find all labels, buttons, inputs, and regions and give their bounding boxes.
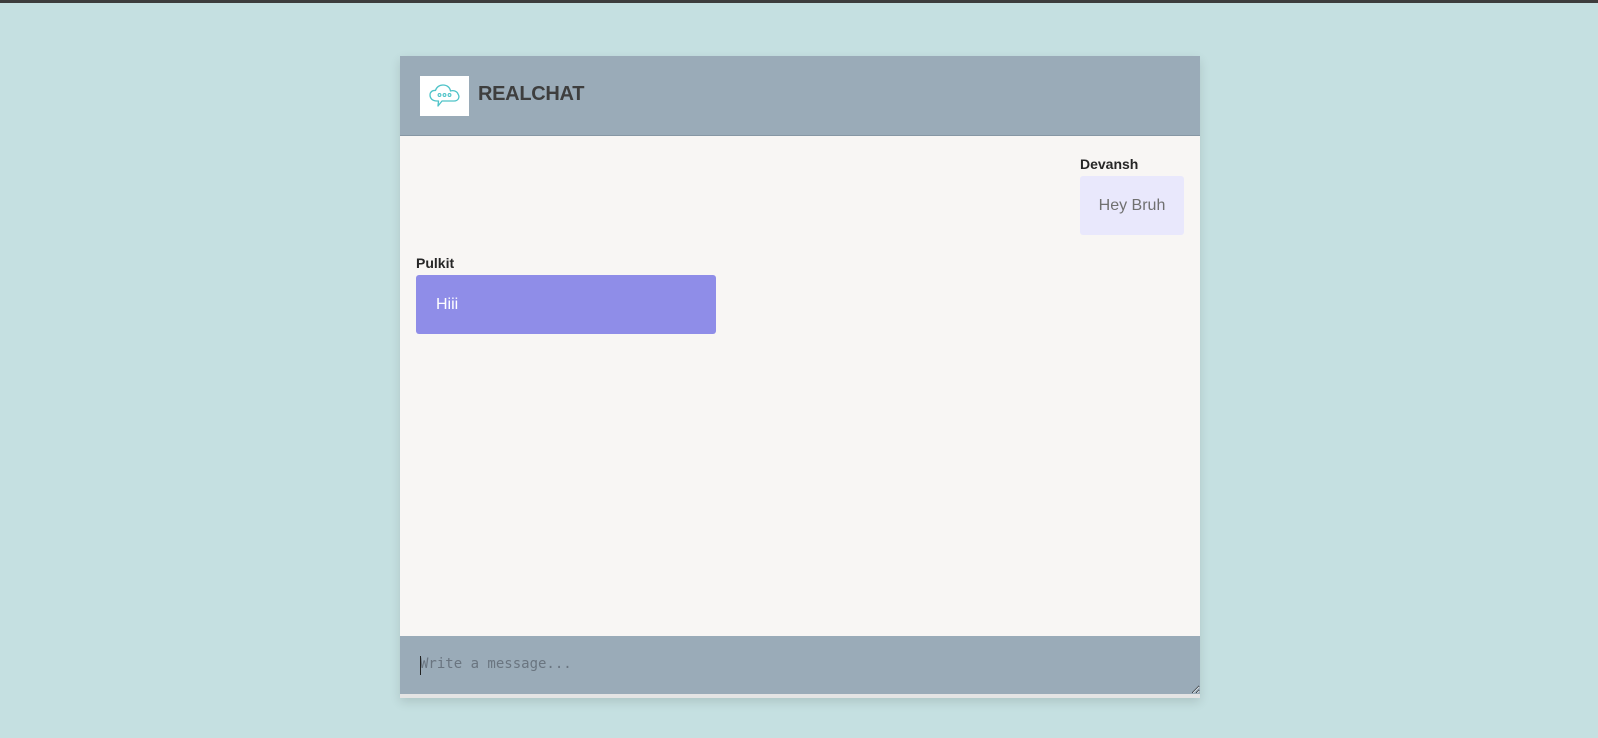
top-edge-strip bbox=[0, 0, 1598, 3]
message-bubble: Hiii bbox=[416, 275, 716, 334]
chat-header: REALCHAT bbox=[400, 56, 1200, 136]
message-list: Devansh Hey Bruh Pulkit Hiii bbox=[400, 136, 1200, 636]
message-input[interactable] bbox=[400, 636, 1200, 694]
chat-window: REALCHAT Devansh Hey Bruh Pulkit Hiii bbox=[400, 56, 1200, 698]
app-logo bbox=[420, 76, 469, 116]
app-title: REALCHAT bbox=[478, 83, 585, 105]
message-sender: Pulkit bbox=[416, 255, 455, 271]
text-caret bbox=[420, 656, 421, 675]
chat-cloud-icon bbox=[428, 84, 460, 107]
message-sender: Devansh bbox=[1080, 156, 1139, 172]
message-composer bbox=[400, 636, 1200, 698]
message-bubble: Hey Bruh bbox=[1080, 176, 1184, 235]
